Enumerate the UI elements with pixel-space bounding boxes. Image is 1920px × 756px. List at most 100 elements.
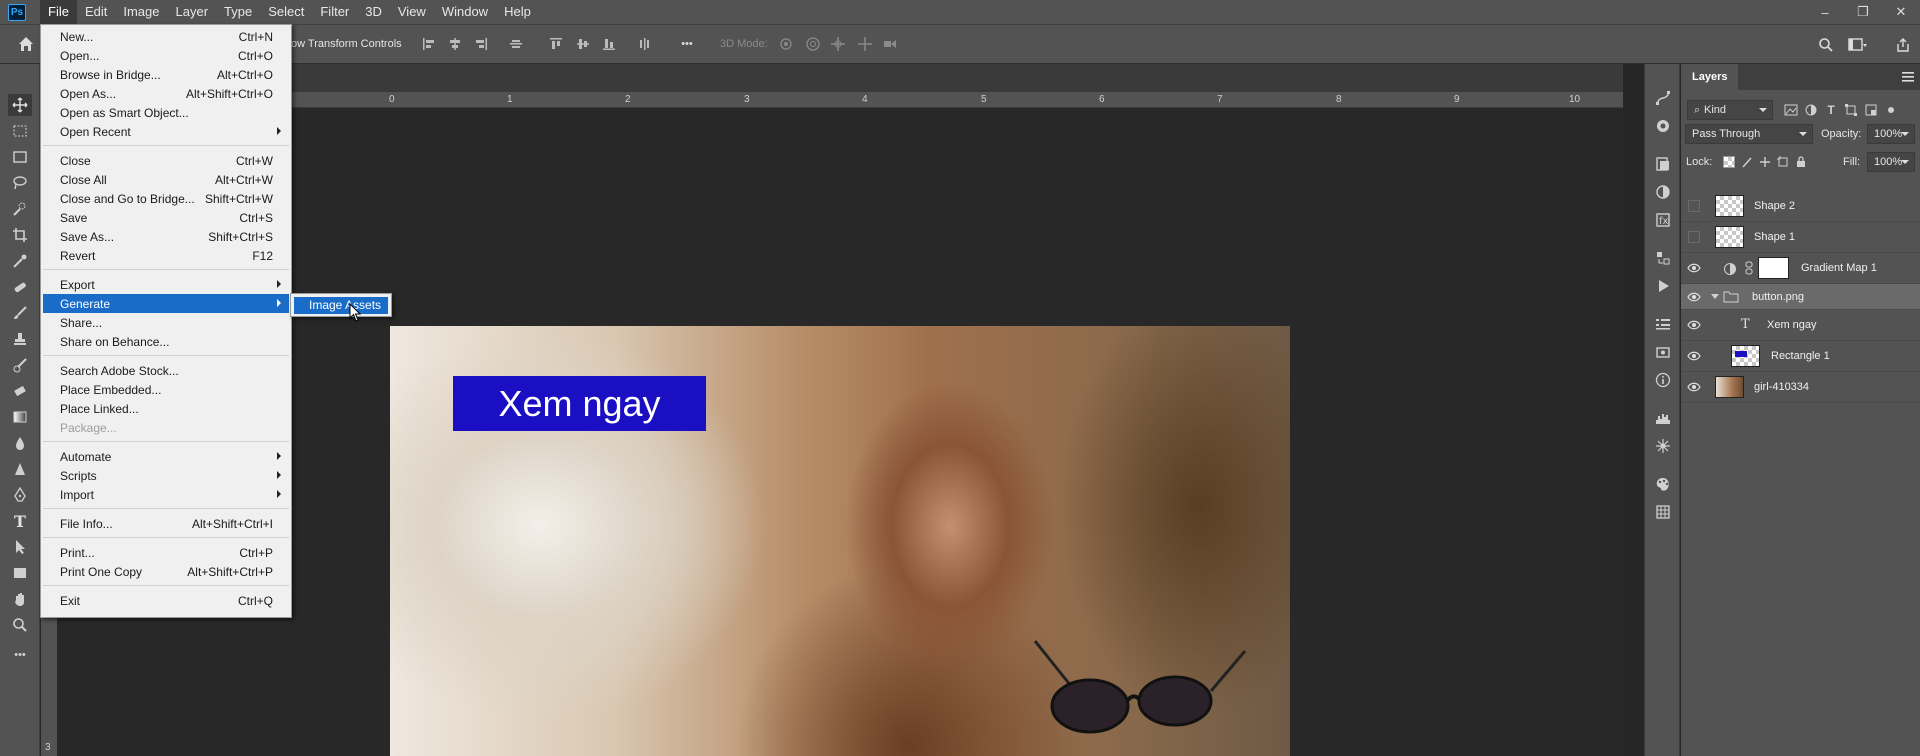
layer-row-girl-410334[interactable]: girl-410334 xyxy=(1681,372,1920,403)
pen-tool-icon[interactable] xyxy=(8,484,32,506)
filter-kind-dropdown[interactable]: ⌕ Kind xyxy=(1687,100,1773,120)
layer-row-shape-1[interactable]: Shape 1 xyxy=(1681,222,1920,253)
patterns-icon[interactable] xyxy=(1653,502,1673,522)
close-button[interactable]: ✕ xyxy=(1882,0,1920,24)
tab-layers[interactable]: Layers xyxy=(1681,64,1739,90)
menu-item-share-on-behance[interactable]: Share on Behance... xyxy=(43,332,289,351)
slide-3d-icon[interactable] xyxy=(857,36,873,52)
menu-item-image-assets[interactable]: Image Assets xyxy=(294,297,388,314)
menu-item-open-as[interactable]: Open As... Alt+Shift+Ctrl+O xyxy=(43,84,289,103)
align-right-icon[interactable] xyxy=(473,36,489,52)
menu-item-save-as[interactable]: Save As... Shift+Ctrl+S xyxy=(43,227,289,246)
pan-3d-icon[interactable] xyxy=(830,36,846,52)
eye-icon[interactable] xyxy=(1687,350,1701,362)
menu-image[interactable]: Image xyxy=(115,0,167,24)
menu-item-share[interactable]: Share... xyxy=(43,313,289,332)
filter-adjustment-icon[interactable] xyxy=(1803,102,1819,118)
properties-icon[interactable] xyxy=(1653,314,1673,334)
actions-icon[interactable] xyxy=(1653,276,1673,296)
chevron-down-icon[interactable] xyxy=(1711,294,1719,300)
show-transform-controls-label[interactable]: ow Transform Controls xyxy=(291,38,402,50)
menu-item-print-one-copy[interactable]: Print One Copy Alt+Shift+Ctrl+P xyxy=(43,562,289,581)
filter-toggle-icon[interactable] xyxy=(1883,102,1899,118)
align-center-icon[interactable] xyxy=(447,36,463,52)
menu-item-close-and-go-to-bridge[interactable]: Close and Go to Bridge... Shift+Ctrl+W xyxy=(43,189,289,208)
panel-menu-icon[interactable] xyxy=(1902,72,1914,82)
menu-type[interactable]: Type xyxy=(216,0,260,24)
menu-file[interactable]: File xyxy=(40,0,77,24)
filter-pixel-icon[interactable] xyxy=(1783,102,1799,118)
crop-tool-icon[interactable] xyxy=(8,224,32,246)
layer-row-xem-ngay[interactable]: T Xem ngay xyxy=(1681,310,1920,341)
layer-row-shape-2[interactable]: Shape 2 xyxy=(1681,191,1920,222)
lasso-tool-icon[interactable] xyxy=(8,172,32,194)
brush-settings-icon[interactable] xyxy=(1653,436,1673,456)
menu-view[interactable]: View xyxy=(390,0,434,24)
opacity-input[interactable]: 100% xyxy=(1867,124,1915,144)
align-bottom-icon[interactable] xyxy=(601,36,617,52)
menu-item-revert[interactable]: Revert F12 xyxy=(43,246,289,265)
scale-3d-icon[interactable] xyxy=(882,36,898,52)
marquee-tool-icon[interactable] xyxy=(8,120,32,142)
align-top-icon[interactable] xyxy=(548,36,564,52)
search-icon[interactable] xyxy=(1816,35,1836,55)
menu-item-open-as-smart-object[interactable]: Open as Smart Object... xyxy=(43,103,289,122)
swatches-icon[interactable] xyxy=(1653,474,1673,494)
menu-edit[interactable]: Edit xyxy=(77,0,115,24)
quick-selection-tool-icon[interactable] xyxy=(8,198,32,220)
zoom-tool-icon[interactable] xyxy=(8,614,32,636)
eraser-tool-icon[interactable] xyxy=(8,380,32,402)
menu-3d[interactable]: 3D xyxy=(357,0,390,24)
libraries-icon[interactable] xyxy=(1653,154,1673,174)
orbit-3d-icon[interactable] xyxy=(778,36,794,52)
filter-shape-icon[interactable] xyxy=(1843,102,1859,118)
eye-icon[interactable] xyxy=(1687,262,1701,274)
link-icon[interactable] xyxy=(1745,261,1753,275)
menu-select[interactable]: Select xyxy=(260,0,312,24)
menu-item-import[interactable]: Import xyxy=(43,485,289,504)
lock-transparent-icon[interactable] xyxy=(1721,154,1737,170)
visibility-toggle[interactable] xyxy=(1688,200,1700,212)
history-brush-tool-icon[interactable] xyxy=(8,354,32,376)
gradient-tool-icon[interactable] xyxy=(8,406,32,428)
menu-item-generate[interactable]: Generate xyxy=(43,294,289,313)
menu-item-automate[interactable]: Automate xyxy=(43,447,289,466)
color-icon[interactable] xyxy=(1653,116,1673,136)
menu-filter[interactable]: Filter xyxy=(312,0,357,24)
distribute-vertical-icon[interactable] xyxy=(637,36,653,52)
layer-row-button-png[interactable]: button.png xyxy=(1681,284,1920,310)
path-selection-tool-icon[interactable] xyxy=(8,536,32,558)
menu-item-new[interactable]: New... Ctrl+N xyxy=(43,27,289,46)
brush-tool-icon[interactable] xyxy=(8,302,32,324)
eye-icon[interactable] xyxy=(1687,291,1701,303)
minimize-button[interactable]: – xyxy=(1806,0,1844,24)
menu-item-export[interactable]: Export xyxy=(43,275,289,294)
menu-item-browse-in-bridge[interactable]: Browse in Bridge... Alt+Ctrl+O xyxy=(43,65,289,84)
menu-item-place-embedded[interactable]: Place Embedded... xyxy=(43,380,289,399)
menu-item-open[interactable]: Open... Ctrl+O xyxy=(43,46,289,65)
share-icon[interactable] xyxy=(1893,35,1913,55)
restore-button[interactable]: ❐ xyxy=(1844,0,1882,24)
menu-item-file-info[interactable]: File Info... Alt+Shift+Ctrl+I xyxy=(43,514,289,533)
canvas-image[interactable]: Xem ngay xyxy=(390,326,1290,756)
styles-icon[interactable]: fx xyxy=(1653,210,1673,230)
workspace-icon[interactable] xyxy=(1848,35,1868,55)
menu-item-search-adobe-stock[interactable]: Search Adobe Stock... xyxy=(43,361,289,380)
menu-item-exit[interactable]: Exit Ctrl+Q xyxy=(43,591,289,610)
menu-help[interactable]: Help xyxy=(496,0,539,24)
home-icon[interactable] xyxy=(17,35,35,53)
type-tool-icon[interactable]: T xyxy=(8,510,32,532)
frame-tool-icon[interactable] xyxy=(8,146,32,168)
info-icon[interactable] xyxy=(1653,370,1673,390)
menu-item-close[interactable]: Close Ctrl+W xyxy=(43,151,289,170)
lock-image-icon[interactable] xyxy=(1739,154,1755,170)
history-icon[interactable] xyxy=(1653,248,1673,268)
dodge-tool-icon[interactable] xyxy=(8,458,32,480)
eye-icon[interactable] xyxy=(1687,319,1701,331)
spot-healing-tool-icon[interactable] xyxy=(8,276,32,298)
menu-item-close-all[interactable]: Close All Alt+Ctrl+W xyxy=(43,170,289,189)
hand-tool-icon[interactable] xyxy=(8,588,32,610)
lock-position-icon[interactable] xyxy=(1757,154,1773,170)
blur-tool-icon[interactable] xyxy=(8,432,32,454)
align-middle-icon[interactable] xyxy=(575,36,591,52)
